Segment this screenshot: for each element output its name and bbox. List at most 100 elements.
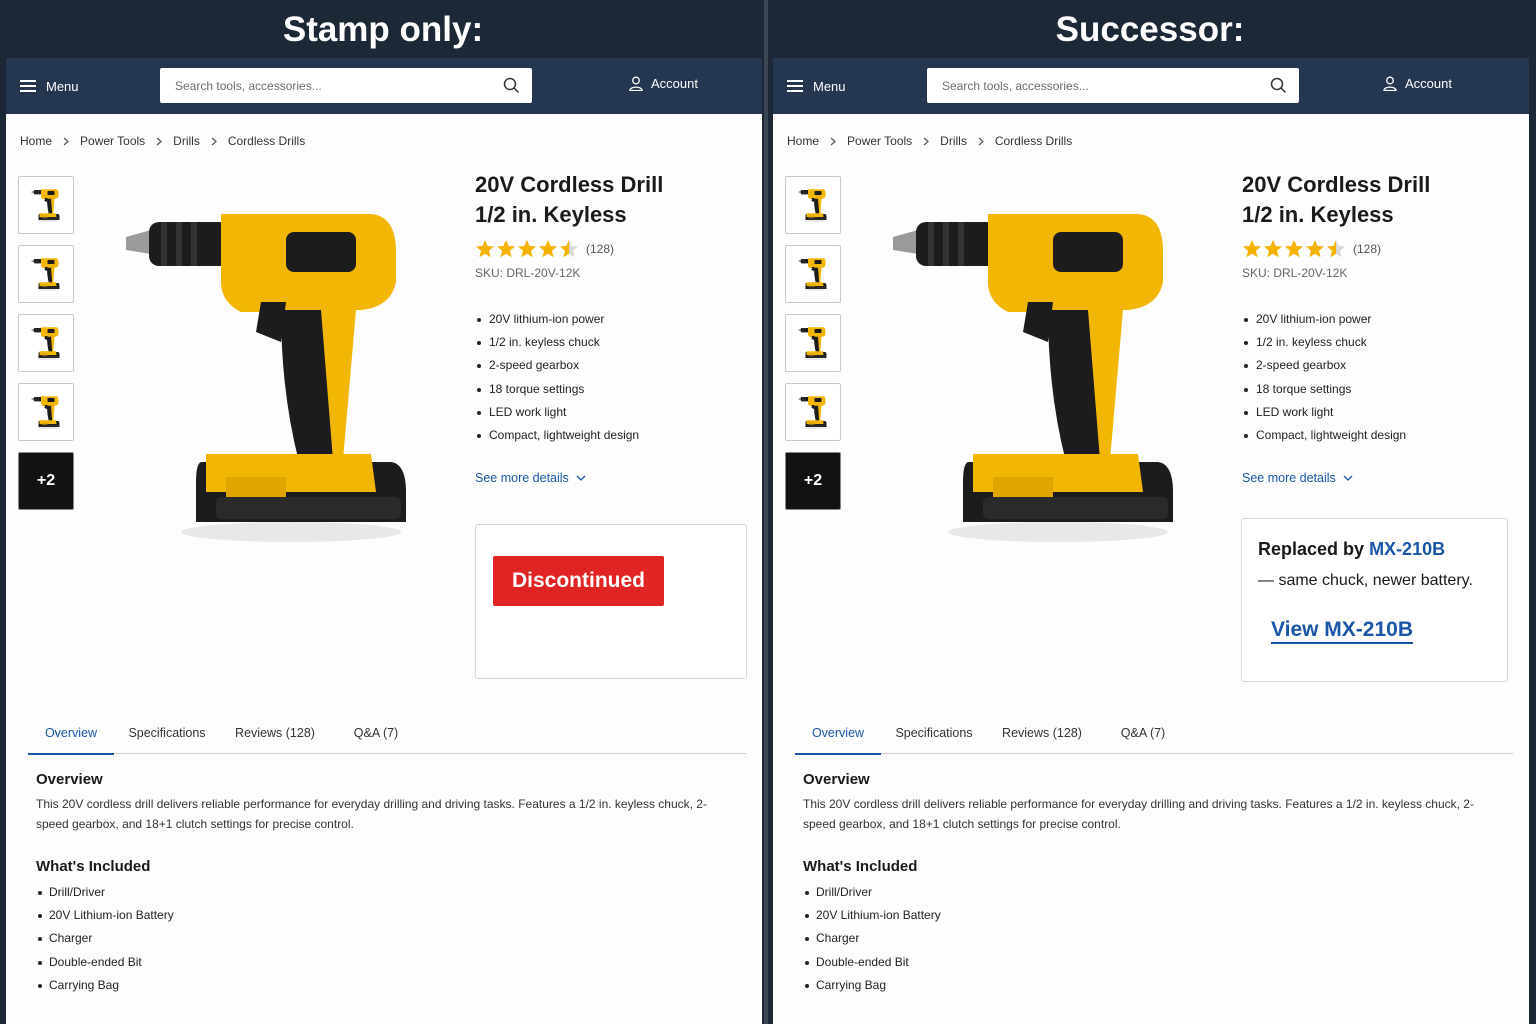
successor-model-link[interactable]: MX-210B <box>1369 539 1445 559</box>
thumbnail[interactable] <box>785 383 841 441</box>
replaced-by-text: Replaced by MX-210B <box>1258 539 1445 560</box>
star-icon <box>518 240 536 258</box>
overview-section: Overview This 20V cordless drill deliver… <box>803 771 1503 997</box>
drill-thumbnail-icon <box>31 189 60 222</box>
feature-item: 2-speed gearbox <box>1242 354 1522 377</box>
breadcrumb-power-tools[interactable]: Power Tools <box>80 134 145 148</box>
thumbnail[interactable] <box>18 245 74 303</box>
overview-heading: Overview <box>803 771 870 788</box>
breadcrumb-home[interactable]: Home <box>787 134 819 148</box>
product-title-line1: 20V Cordless Drill <box>1242 172 1431 197</box>
thumbnail[interactable] <box>18 383 74 441</box>
feature-list: 20V lithium-ion power 1/2 in. keyless ch… <box>1242 308 1522 447</box>
included-item: Carrying Bag <box>36 974 736 997</box>
more-images-thumbnail[interactable]: +2 <box>18 452 74 510</box>
product-rating[interactable]: (128) <box>475 238 755 260</box>
successor-note: — same chuck, newer battery. <box>1258 572 1473 589</box>
included-list: Drill/Driver 20V Lithium-ion Battery Cha… <box>36 881 736 997</box>
drill-thumbnail-icon <box>798 327 827 360</box>
feature-item: 2-speed gearbox <box>475 354 755 377</box>
search-box <box>160 68 532 103</box>
breadcrumb-power-tools[interactable]: Power Tools <box>847 134 912 148</box>
thumbnail[interactable] <box>785 245 841 303</box>
more-images-thumbnail[interactable]: +2 <box>785 452 841 510</box>
tab-reviews[interactable]: Reviews (128) <box>987 714 1097 754</box>
included-heading: What's Included <box>36 858 151 875</box>
breadcrumb-cordless-drills[interactable]: Cordless Drills <box>995 134 1072 148</box>
feature-list: 20V lithium-ion power 1/2 in. keyless ch… <box>475 308 755 447</box>
tab-overview[interactable]: Overview <box>795 714 881 755</box>
star-half-icon <box>1327 240 1345 258</box>
feature-item: 1/2 in. keyless chuck <box>475 331 755 354</box>
product-title-line2: 1/2 in. Keyless <box>475 202 627 227</box>
included-list: Drill/Driver 20V Lithium-ion Battery Cha… <box>803 881 1503 997</box>
chevron-right-icon <box>978 137 984 145</box>
see-more-label: See more details <box>1242 471 1336 486</box>
star-half-icon <box>560 240 578 258</box>
user-icon <box>1383 76 1397 91</box>
product-info: 20V Cordless Drill 1/2 in. Keyless (128)… <box>1242 170 1522 485</box>
tab-specifications[interactable]: Specifications <box>881 714 987 754</box>
panel-heading: Stamp only: <box>282 10 484 49</box>
hamburger-icon <box>787 80 803 92</box>
view-successor-link[interactable]: View MX-210B <box>1271 618 1414 644</box>
star-icon <box>1285 240 1303 258</box>
included-heading: What's Included <box>803 858 918 875</box>
feature-item: 20V lithium-ion power <box>475 308 755 331</box>
included-item: Carrying Bag <box>803 974 1503 997</box>
breadcrumb-drills[interactable]: Drills <box>173 134 200 148</box>
search-input[interactable] <box>160 68 480 103</box>
thumbnail[interactable] <box>18 176 74 234</box>
tab-qa[interactable]: Q&A (7) <box>1097 714 1189 754</box>
breadcrumb: Home Power Tools Drills Cordless Drills <box>20 134 305 148</box>
thumbnail[interactable] <box>785 314 841 372</box>
panel-successor: Successor: Menu Account Home Power Tools… <box>771 0 1529 1024</box>
overview-text: This 20V cordless drill delivers reliabl… <box>803 797 1474 831</box>
feature-item: Compact, lightweight design <box>1242 424 1522 447</box>
search-box <box>927 68 1299 103</box>
see-more-details-link[interactable]: See more details <box>1242 471 1522 485</box>
star-icon <box>476 240 494 258</box>
star-icon <box>497 240 515 258</box>
status-box: Discontinued <box>475 524 747 679</box>
drill-thumbnail-icon <box>31 396 60 429</box>
star-icon <box>539 240 557 258</box>
menu-button[interactable]: Menu <box>787 74 846 98</box>
product-sku: SKU: DRL-20V-12K <box>1242 266 1348 280</box>
product-image[interactable] <box>106 192 436 552</box>
thumbnail[interactable] <box>785 176 841 234</box>
product-rating[interactable]: (128) <box>1242 238 1522 260</box>
thumbnail[interactable] <box>18 314 74 372</box>
chevron-down-icon <box>1343 475 1353 481</box>
user-icon <box>629 76 643 91</box>
thumbnail-list: +2 <box>785 176 841 521</box>
drill-thumbnail-icon <box>31 327 60 360</box>
account-button[interactable]: Account <box>629 76 698 91</box>
navbar: Menu Account <box>773 58 1529 114</box>
tab-overview[interactable]: Overview <box>28 714 114 755</box>
see-more-details-link[interactable]: See more details <box>475 471 755 485</box>
breadcrumb-drills[interactable]: Drills <box>940 134 967 148</box>
successor-box: Replaced by MX-210B — same chuck, newer … <box>1241 518 1508 682</box>
overview-text: This 20V cordless drill delivers reliabl… <box>36 797 707 831</box>
star-icon <box>1264 240 1282 258</box>
tab-qa[interactable]: Q&A (7) <box>330 714 422 754</box>
chevron-right-icon <box>923 137 930 145</box>
product-image[interactable] <box>873 192 1203 552</box>
breadcrumb-home[interactable]: Home <box>20 134 52 148</box>
chevron-right-icon <box>63 137 69 145</box>
menu-label: Menu <box>813 78 846 94</box>
panel-stamp-only: Stamp only: Menu Account Home Power Tool… <box>4 0 762 1024</box>
account-button[interactable]: Account <box>1383 76 1452 91</box>
tab-specifications[interactable]: Specifications <box>114 714 220 754</box>
search-icon[interactable] <box>503 77 520 94</box>
product-page: Home Power Tools Drills Cordless Drills … <box>773 114 1529 1024</box>
search-icon[interactable] <box>1270 77 1287 94</box>
search-input[interactable] <box>927 68 1247 103</box>
drill-thumbnail-icon <box>798 189 827 222</box>
drill-thumbnail-icon <box>31 258 60 291</box>
menu-button[interactable]: Menu <box>20 74 79 98</box>
feature-item: LED work light <box>475 401 755 424</box>
tab-reviews[interactable]: Reviews (128) <box>220 714 330 754</box>
breadcrumb-cordless-drills[interactable]: Cordless Drills <box>228 134 305 148</box>
